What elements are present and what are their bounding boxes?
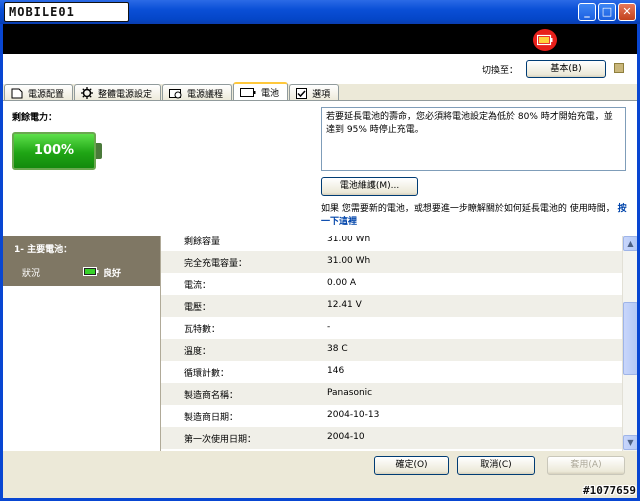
- detail-key: 溫度：: [184, 347, 212, 357]
- detail-row: 瓦特數： -: [161, 317, 622, 339]
- detail-key: 製造商名稱：: [184, 391, 239, 401]
- detail-value: 12.41 V: [327, 300, 362, 310]
- battery-help-note: 如果 您需要新的電池，或想要進一步瞭解關於如何延長電池的 使用時間， 按一下這裡: [321, 203, 631, 229]
- tab-options[interactable]: 選項: [289, 84, 340, 101]
- details-scrollbar[interactable]: ▲ ▼: [622, 236, 638, 451]
- detail-row: 第一次使用日期： 2004-10: [161, 427, 622, 449]
- scrollbar-thumb[interactable]: [623, 302, 638, 375]
- detail-value: 31.00 Wh: [327, 236, 371, 244]
- detail-key: 電壓：: [184, 303, 212, 313]
- detail-value: 2004-10-13: [327, 410, 380, 420]
- tab-label: 電源議程: [187, 89, 224, 100]
- remaining-power-label: 剩餘電力：: [12, 113, 58, 123]
- detail-key: 製造商日期：: [184, 413, 239, 423]
- detail-row: 電流： 0.00 A: [161, 273, 622, 295]
- detail-row: 循環計數： 146: [161, 361, 622, 383]
- battery-tip: [96, 143, 102, 159]
- close-button[interactable]: ✕: [618, 3, 636, 21]
- detail-row: 製造商日期： 2004-10-13: [161, 405, 622, 427]
- scroll-down-button[interactable]: ▼: [623, 435, 638, 450]
- cancel-button[interactable]: 取消(C): [457, 456, 535, 475]
- battery-details-list[interactable]: 剩餘容量 31.00 Wh 完全充電容量： 31.00 Wh 電流： 0.00 …: [160, 236, 622, 451]
- detail-key: 剩餘容量: [184, 237, 221, 247]
- checkbox-icon: [296, 87, 308, 99]
- battery-info-text: 若要延長電池的壽命，您必須將電池設定為低於 80% 時才開始充電，並達到 95%…: [321, 107, 626, 171]
- battery-name: 1- 主要電池：: [14, 245, 73, 255]
- detail-value: 146: [327, 366, 345, 376]
- switch-label: 切換至：: [482, 66, 519, 76]
- detail-key: 循環計數：: [184, 369, 230, 379]
- apply-button[interactable]: 套用(A): [547, 456, 625, 475]
- detail-key: 電流：: [184, 281, 212, 291]
- battery-list-item[interactable]: 1- 主要電池： 狀況 良好: [3, 236, 160, 286]
- battery-maintenance-button[interactable]: 電池維護(M)...: [321, 177, 418, 196]
- help-note-text: 如果 您需要新的電池，或想要進一步瞭解關於如何延長電池的 使用時間，: [321, 204, 615, 214]
- detail-row: 完全充電容量： 31.00 Wh: [161, 251, 622, 273]
- title-bar[interactable]: MOBILE01 _ □ ✕: [0, 0, 640, 24]
- detail-row: 剩餘容量 31.00 Wh: [161, 236, 622, 251]
- detail-value: 31.00 Wh: [327, 256, 371, 266]
- detail-key: 瓦特數：: [184, 325, 221, 335]
- maximize-button[interactable]: □: [598, 3, 616, 21]
- detail-row: 溫度： 38 C: [161, 339, 622, 361]
- tab-label: 整體電源設定: [98, 89, 153, 100]
- tab-label: 選項: [312, 89, 331, 100]
- detail-value: 38 C: [327, 344, 348, 354]
- battery-icon: [240, 88, 256, 97]
- detail-key: 完全充電容量：: [184, 259, 248, 269]
- detail-value: 0.00 A: [327, 278, 357, 288]
- detail-row: 製造商名稱： Panasonic: [161, 383, 622, 405]
- battery-good-icon: [83, 267, 99, 276]
- tab-battery[interactable]: 電池: [233, 82, 289, 101]
- detail-row: 電壓： 12.41 V: [161, 295, 622, 317]
- tab-power-scheme[interactable]: 電源配置: [4, 84, 74, 101]
- minimize-button[interactable]: _: [578, 3, 596, 21]
- page-icon: [11, 88, 23, 98]
- tab-label: 電池: [261, 89, 280, 99]
- gear-icon: [81, 87, 94, 99]
- battery-level-indicator: 100%: [12, 132, 102, 172]
- ok-button[interactable]: 確定(O): [374, 456, 449, 475]
- battery-status-icon: [533, 29, 557, 51]
- help-icon[interactable]: [614, 63, 624, 73]
- status-value: 良好: [103, 269, 122, 279]
- detail-value: -: [327, 322, 331, 332]
- scroll-up-button[interactable]: ▲: [623, 236, 638, 251]
- app-logo: MOBILE01: [4, 2, 129, 22]
- tab-power-schedule[interactable]: 電源議程: [162, 84, 233, 101]
- battery-percent: 100%: [12, 132, 96, 170]
- tab-bar: 電源配置 整體電源設定 電源議程 電池 選項: [4, 82, 340, 101]
- detail-key: 第一次使用日期：: [184, 435, 257, 445]
- detail-value: Panasonic: [327, 388, 373, 398]
- status-label: 狀況: [22, 269, 41, 279]
- window-controls: _ □ ✕: [578, 3, 636, 21]
- detail-value: 2004-10: [327, 432, 365, 442]
- power-manager-window: MOBILE01 _ □ ✕ 切換至： 基本(B) 電源配置 整體電源設定 電源…: [0, 0, 640, 501]
- schedule-icon: [169, 88, 182, 98]
- watermark: #1077659: [583, 484, 636, 497]
- basic-mode-button[interactable]: 基本(B): [526, 60, 606, 78]
- tab-global-settings[interactable]: 整體電源設定: [74, 84, 162, 101]
- tab-label: 電源配置: [28, 89, 65, 100]
